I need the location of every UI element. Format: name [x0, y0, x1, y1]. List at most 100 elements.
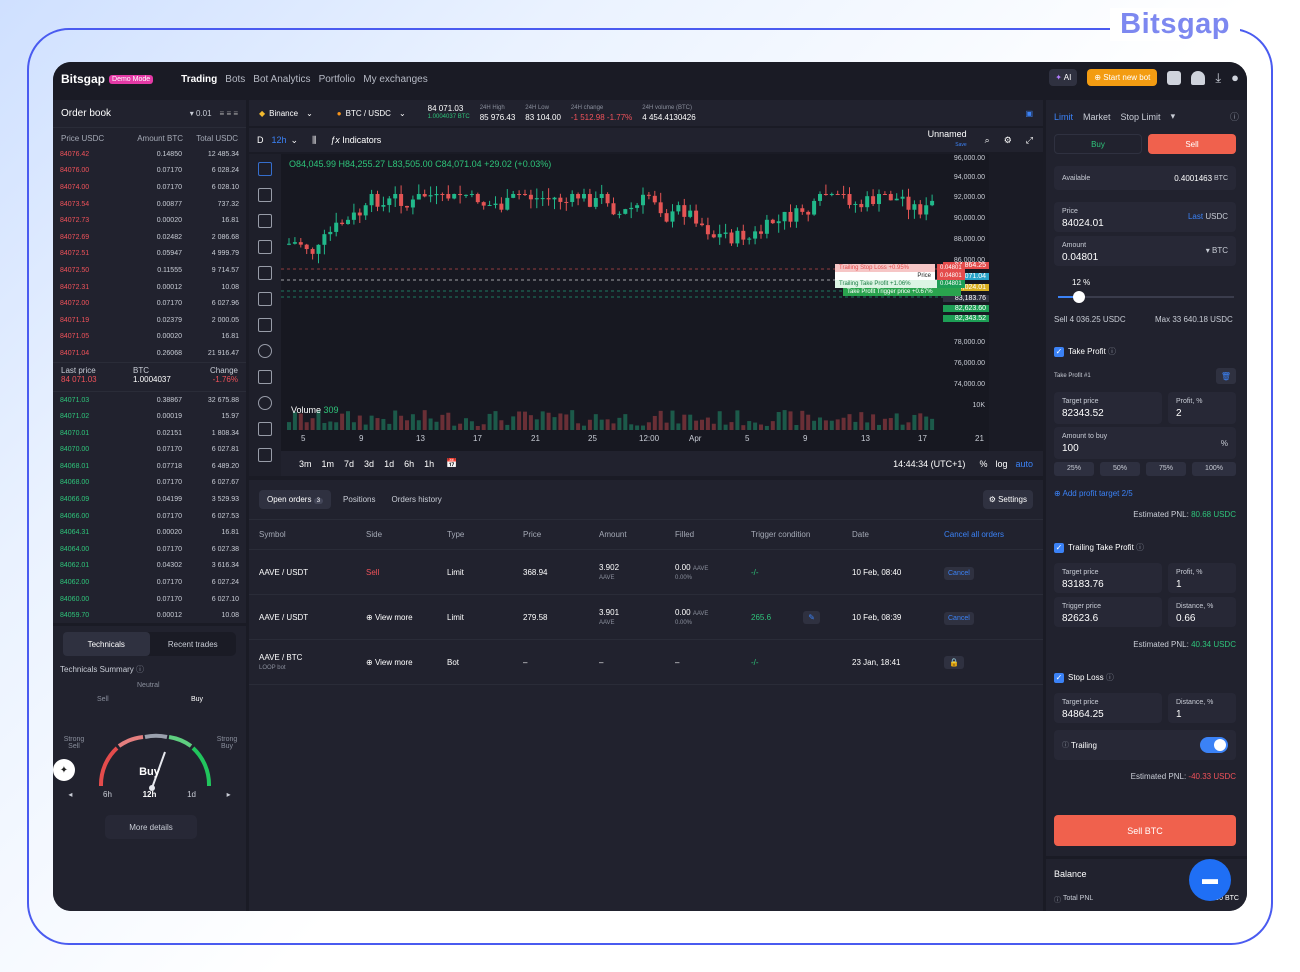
pair-select[interactable]: BTC / USDC — [346, 109, 391, 118]
price-field[interactable]: Price 84024.01 Last USDC — [1054, 202, 1236, 232]
tab-recent-trades[interactable]: Recent trades — [150, 632, 237, 656]
buy-tab[interactable]: Buy — [1054, 134, 1142, 154]
take-profit-toggle[interactable]: ✓ Take Profit ⓘ — [1054, 346, 1116, 357]
order-row[interactable]: 84068.01 0.07718 6 489.20 — [53, 458, 246, 475]
trendline-icon[interactable] — [258, 188, 272, 202]
tp-target-field[interactable]: Target price 82343.52 — [1054, 392, 1162, 424]
candle-type-icon[interactable]: ⫼ — [312, 135, 316, 146]
cancel-button[interactable]: Cancel — [944, 566, 974, 580]
start-new-bot-button[interactable]: ⊕ Start new bot — [1087, 69, 1158, 86]
order-row[interactable]: 84068.00 0.07170 6 027.67 — [53, 475, 246, 492]
ai-assistant-icon[interactable]: ✦ — [53, 759, 75, 781]
ruler-icon[interactable] — [258, 370, 272, 384]
slider-handle[interactable] — [1073, 291, 1086, 303]
tf-12h[interactable]: 12h — [143, 790, 157, 799]
settings-button[interactable]: ⚙ Settings — [982, 490, 1033, 509]
tab-positions[interactable]: Positions — [343, 495, 375, 504]
log-toggle[interactable]: log — [995, 459, 1007, 469]
tf-6h[interactable]: 6h — [103, 790, 112, 799]
app-logo[interactable]: Bitsgap — [61, 72, 105, 86]
text-icon[interactable] — [258, 318, 272, 332]
auto-toggle[interactable]: auto — [1015, 459, 1033, 469]
percent-toggle[interactable]: % — [979, 459, 987, 469]
sl-target-field[interactable]: Target price 84864.25 — [1054, 693, 1162, 723]
order-row[interactable]: 84074.00 0.07170 6 028.10 — [53, 179, 246, 196]
trailing-take-profit-toggle[interactable]: ✓ Trailing Take Profit ⓘ — [1054, 542, 1144, 553]
ttp-trigger-field[interactable]: Trigger price 82623.6 — [1054, 597, 1162, 627]
download-icon[interactable]: ⤓ — [1215, 70, 1221, 86]
order-row[interactable]: 84072.51 0.05947 4 999.79 — [53, 246, 246, 263]
ttp-profit-field[interactable]: Profit, % 1 — [1168, 563, 1236, 593]
lock-icon[interactable] — [258, 448, 272, 462]
order-row[interactable]: 84072.00 0.07170 6 027.96 — [53, 295, 246, 312]
amount-slider-track[interactable] — [1058, 291, 1234, 303]
add-profit-target-button[interactable]: ⊕ Add profit target 2/5 — [1054, 489, 1133, 498]
order-row[interactable]: 84073.54 0.00877 737.32 — [53, 196, 246, 213]
view-more-button[interactable]: ⊕ View more — [356, 613, 437, 622]
more-details-button[interactable]: More details — [105, 815, 197, 839]
settings-icon[interactable]: ⚙ — [1004, 135, 1012, 146]
indicators-button[interactable]: ƒx Indicators — [330, 135, 381, 145]
layout-icon[interactable]: ▣ — [1025, 109, 1033, 118]
lines-icon[interactable] — [258, 214, 272, 228]
trailing-toggle[interactable] — [1200, 737, 1228, 753]
nav-bot-analytics[interactable]: Bot Analytics — [253, 74, 310, 85]
order-row[interactable]: 84064.00 0.07170 6 027.38 — [53, 541, 246, 558]
view-toggle-icons[interactable]: ≡ ≡ ≡ — [220, 109, 238, 118]
tab-open-orders[interactable]: Open orders 3 — [259, 490, 332, 509]
order-row[interactable]: 84066.09 0.04199 3 529.93 — [53, 491, 246, 508]
zoom-icon[interactable]: ⌕ — [985, 135, 990, 146]
tab-orders-history[interactable]: Orders history — [392, 495, 442, 504]
order-row[interactable]: 84062.01 0.04302 3 616.34 — [53, 558, 246, 575]
order-row[interactable]: 84072.69 0.02482 2 086.68 — [53, 229, 246, 246]
layout-name[interactable]: Unnamed Save — [928, 130, 967, 150]
sell-tab[interactable]: Sell — [1148, 134, 1236, 154]
next-arrow[interactable]: ▸ — [227, 790, 231, 799]
pattern-icon[interactable] — [258, 240, 272, 254]
chat-icon[interactable]: ▬ — [1189, 859, 1231, 901]
brush-icon[interactable] — [258, 292, 272, 306]
trash-icon[interactable]: 🗑 — [1216, 368, 1236, 384]
order-row[interactable]: 84076.00 0.07170 6 028.24 — [53, 163, 246, 180]
view-more-button[interactable]: ⊕ View more — [356, 658, 437, 667]
order-row[interactable]: 84062.00 0.07170 6 027.24 — [53, 574, 246, 591]
user-icon[interactable]: ● — [1231, 70, 1239, 85]
ttp-distance-field[interactable]: Distance, % 0.66 — [1168, 597, 1236, 627]
pct-25-button[interactable]: 25% — [1054, 462, 1094, 476]
order-row[interactable]: 84070.00 0.07170 6 027.81 — [53, 442, 246, 459]
sl-distance-field[interactable]: Distance, % 1 — [1168, 693, 1236, 723]
lock-icon[interactable]: 🔒 — [944, 655, 964, 669]
step-select[interactable]: ▾ 0.01 — [190, 109, 212, 118]
tp-profit-field[interactable]: Profit, % 2 — [1168, 392, 1236, 424]
range-7d[interactable]: 7d — [344, 459, 354, 469]
stop-loss-toggle[interactable]: ✓ Stop Loss ⓘ — [1054, 672, 1114, 683]
nav-portfolio[interactable]: Portfolio — [319, 74, 356, 85]
tp-amount-field[interactable]: Amount to buy 100% — [1054, 427, 1236, 459]
pct-50-button[interactable]: 50% — [1100, 462, 1140, 476]
order-row[interactable]: 84072.50 0.11555 9 714.57 — [53, 262, 246, 279]
bell-icon[interactable] — [1191, 70, 1206, 85]
order-row[interactable]: 84071.05 0.00020 16.81 — [53, 329, 246, 346]
order-row[interactable]: 84060.00 0.07170 6 027.10 — [53, 591, 246, 608]
order-row[interactable]: 84072.73 0.00020 16.81 — [53, 212, 246, 229]
cancel-button[interactable]: Cancel — [944, 611, 974, 625]
fib-icon[interactable] — [258, 266, 272, 280]
range-1h[interactable]: 1h — [424, 459, 434, 469]
order-row[interactable]: 84070.01 0.02151 1 808.34 — [53, 425, 246, 442]
emoji-icon[interactable] — [258, 344, 272, 358]
tab-stop-limit[interactable]: Stop Limit — [1121, 112, 1161, 122]
order-row[interactable]: 84071.03 0.38867 32 675.88 — [53, 392, 246, 409]
tf-1d[interactable]: 1d — [187, 790, 196, 799]
nav-trading[interactable]: Trading — [181, 74, 217, 85]
prev-arrow[interactable]: ◂ — [68, 790, 72, 799]
interval-select[interactable]: 12h — [272, 135, 287, 145]
order-row[interactable]: 84066.00 0.07170 6 027.53 — [53, 508, 246, 525]
price-chart[interactable]: O84,045.99 H84,255.27 L83,505.00 C84,071… — [281, 154, 989, 467]
tab-limit[interactable]: Limit — [1054, 112, 1073, 122]
order-row[interactable]: 84076.42 0.14850 12 485.34 — [53, 146, 246, 163]
tab-technicals[interactable]: Technicals — [63, 632, 150, 656]
fullscreen-icon[interactable]: ⤢ — [1026, 135, 1033, 146]
range-3m[interactable]: 3m — [299, 459, 312, 469]
order-row[interactable]: 84071.19 0.02379 2 000.05 — [53, 312, 246, 329]
order-row[interactable]: 84064.31 0.00020 16.81 — [53, 524, 246, 541]
